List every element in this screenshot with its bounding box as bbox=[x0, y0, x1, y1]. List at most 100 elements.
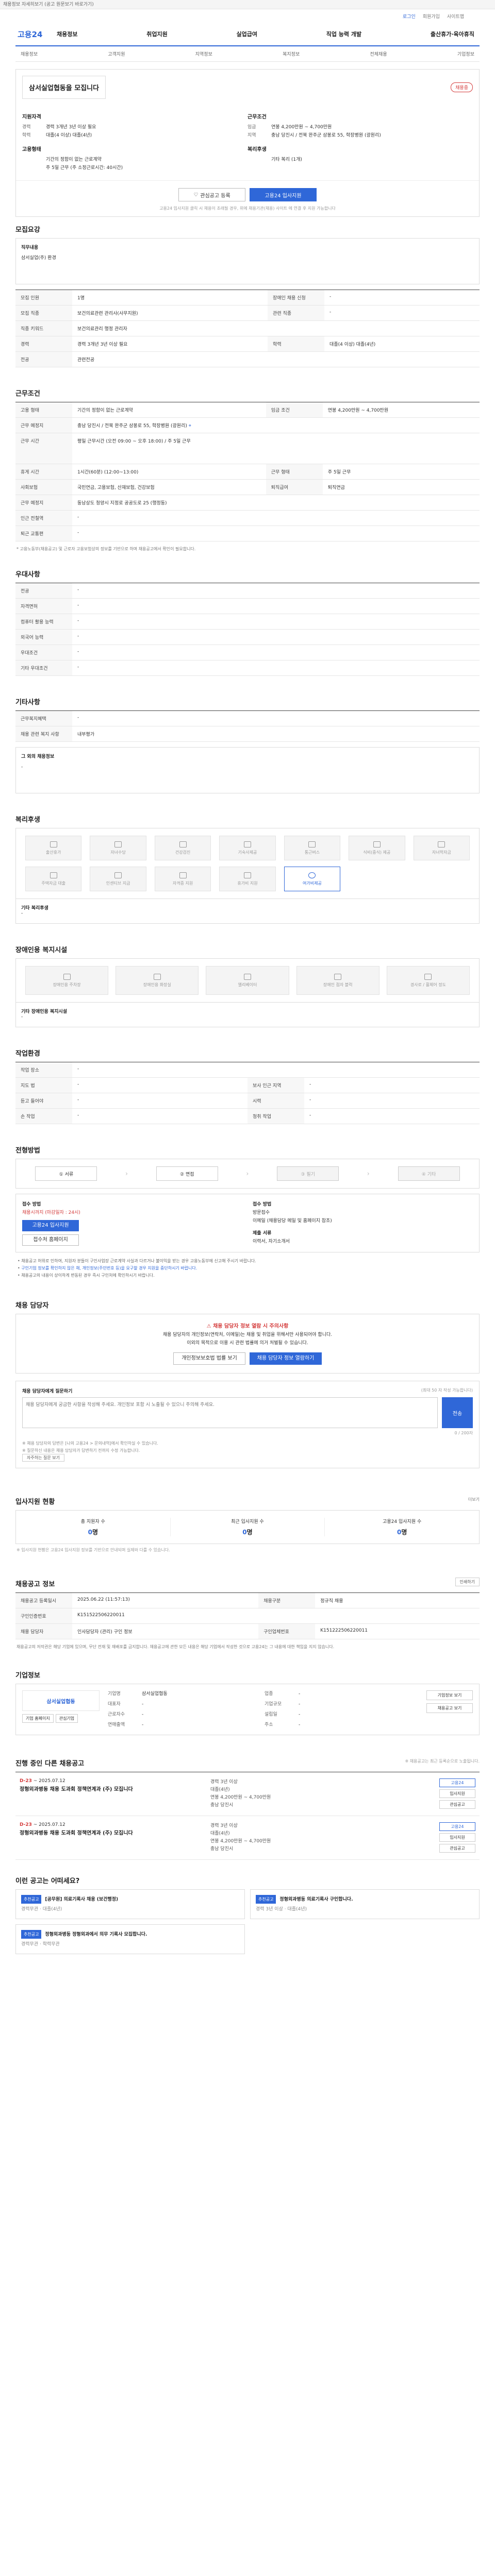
scrap-button[interactable]: ♡ 관심공고 등록 bbox=[178, 188, 245, 201]
apply-small-button[interactable]: 입사지원 bbox=[439, 1833, 475, 1842]
inquiry-textarea[interactable] bbox=[22, 1397, 438, 1428]
kv-value: 충남 당진시 / 전북 완주군 삼봉로 55, 학장병원 (광원리) bbox=[271, 133, 381, 138]
company-favorite-button[interactable]: 관심기업 bbox=[55, 1714, 78, 1723]
list-item[interactable]: D-23 ~ 2025.07.12 정형외과병동 채용 도과회 정책연계과 (주… bbox=[15, 1772, 480, 1816]
scrap-small-button[interactable]: 관심공고 bbox=[439, 1800, 475, 1809]
gnb-menu-item[interactable]: 채용정보 bbox=[57, 30, 77, 38]
arrow-right-icon: › bbox=[125, 1170, 128, 1177]
conditions-table: 고용 형태 기간의 정함이 없는 근로계약 임금 조건 연봉 4,200만원 ~ 4,… bbox=[15, 402, 480, 541]
notice-item: • 채용공고 허위로 인하여, 지원자 분들이 구인사업장 근로계약 사실과 다… bbox=[18, 1259, 256, 1263]
join-link[interactable]: 회원가입 bbox=[423, 13, 440, 20]
cell-key: 듣고 들어야 bbox=[15, 1093, 72, 1109]
cell-value: 국민연금, 고용보험, 산재보험, 건강보험 bbox=[72, 479, 266, 495]
posting-info-table: 채용공고 등록일시 2025.06.22 (11:57:13) 채용구분 정규직 채용… bbox=[15, 1592, 480, 1639]
sitemap-link[interactable]: 사이트맵 bbox=[447, 13, 464, 20]
company-postings-button[interactable]: 채용공고 보기 bbox=[426, 1703, 473, 1713]
table-row: 지도 법 - 보사 인근 지역 - bbox=[15, 1077, 480, 1093]
post-title[interactable]: 정형외과병동 채용 도과회 정책연계과 (주) 모집니다 bbox=[20, 1786, 205, 1793]
reco-item[interactable]: 추천공고 정형외과병동 정형외과에서 의무 기록사 모집합니다. 경력무관 · … bbox=[15, 1924, 245, 1954]
cell-key: 퇴근 교통편 bbox=[15, 526, 72, 541]
company-detail-button[interactable]: 기업정보 보기 bbox=[426, 1690, 473, 1700]
section-title-stats: 입사지원 현황 bbox=[15, 1498, 55, 1506]
map-icon[interactable]: ⌖ bbox=[189, 423, 191, 429]
cell-value: - bbox=[72, 510, 480, 526]
cell-key: 근무 예정지 bbox=[15, 495, 72, 511]
apply-small-button[interactable]: 입사지원 bbox=[439, 1789, 475, 1798]
notice-item: • 구인기업 정보를 확인하지 않은 채, 개인정보(주민번호 등)을 요구할 … bbox=[18, 1266, 197, 1270]
cell-key: 근무복지혜택 bbox=[15, 710, 72, 726]
subnav-item[interactable]: 채용정보 bbox=[21, 50, 38, 57]
cell-key: 우대조건 bbox=[15, 645, 72, 660]
gnb-menu-item[interactable]: 실업급여 bbox=[236, 30, 257, 38]
cell-key: 채용 관련 복지 사항 bbox=[15, 726, 72, 742]
stats-more-link[interactable]: 더보기 bbox=[468, 1497, 480, 1502]
table-row: 기타 우대조건 - bbox=[15, 660, 480, 676]
table-row: 채용 관련 복지 사항 내부평가 bbox=[15, 726, 480, 742]
inquiry-limit: (최대 50 자 작성 가능합니다) bbox=[421, 1388, 473, 1393]
reco-item[interactable]: 추천공고 [공무원] 의료기록사 채용 (보건행정) 경력무관 · 대졸(4년) bbox=[15, 1889, 245, 1919]
cell-key: 손 작업 bbox=[15, 1108, 72, 1124]
reco-title[interactable]: 정형외과병동 정형외과에서 의무 기록사 모집합니다. bbox=[45, 1932, 147, 1937]
employment-type-title: 고용형태 bbox=[22, 147, 41, 152]
cell-value: 1명 bbox=[72, 290, 268, 306]
view-manager-button[interactable]: 채용 담당자 정보 열람하기 bbox=[250, 1352, 322, 1365]
reco-item[interactable]: 추천공고 정형외과병동 의료기록사 구인합니다. 경력 3년 이상 · 대졸(4… bbox=[250, 1889, 480, 1919]
apply-button[interactable]: 고용24 입사지원 bbox=[250, 188, 317, 201]
list-item[interactable]: D-23 ~ 2025.07.12 정형외과병동 채용 도과회 정책연계과 (주… bbox=[15, 1816, 480, 1860]
apply-online-button[interactable]: 고용24 입사지원 bbox=[22, 1220, 79, 1231]
inquiry-send-button[interactable]: 전송 bbox=[442, 1397, 473, 1428]
subnav-item[interactable]: 기업정보 bbox=[457, 50, 474, 57]
company-homepage-button[interactable]: 기업 홈페이지 bbox=[22, 1714, 54, 1723]
subnav-item[interactable]: 복지정보 bbox=[283, 50, 300, 57]
privacy-law-button[interactable]: 개인정보보호법 법률 보기 bbox=[173, 1352, 245, 1365]
duty-text: 삼서실업(주) 환경 bbox=[21, 256, 56, 261]
section-title-environment: 작업환경 bbox=[15, 1050, 40, 1058]
apply-deadline-text: 채용시까지 (마감일자 : 24시) bbox=[22, 1210, 80, 1215]
welfare-item: 자격증 지원 bbox=[154, 867, 211, 891]
disabled-other-title: 기타 장애인용 복지시설 bbox=[21, 1009, 68, 1014]
kv-key: 학력 bbox=[22, 133, 31, 138]
print-button[interactable]: 인쇄하기 bbox=[455, 1578, 480, 1586]
apply-submit: 접수 방법 방문접수 이메일 (채용담당 메일 및 홈페이지 참조) 제출 서류… bbox=[253, 1200, 473, 1246]
sub-nav: 채용정보 고객지원 지역정보 복지정보 전체채용 기업정보 bbox=[15, 46, 480, 62]
homepage-button[interactable]: 접수처 홈페이지 bbox=[22, 1234, 79, 1246]
dday-badge: D-23 bbox=[20, 1778, 32, 1784]
scrap-small-button[interactable]: 관심공고 bbox=[439, 1844, 475, 1853]
copyright-note: 채용공고의 저작권은 해당 기업에 있으며, 무단 전재 및 재배포를 금지합니… bbox=[16, 1645, 335, 1649]
table-row: 휴게 시간 1시간(60분) (12:00~13:00) 근무 형태 주 5일 근무 bbox=[15, 464, 480, 480]
gnb-menu-item[interactable]: 출산휴가·육아휴직 bbox=[431, 30, 474, 38]
cell-key: 인근 전철역 bbox=[15, 510, 72, 526]
table-row: 우대조건 - bbox=[15, 645, 480, 660]
gnb-menu-item[interactable]: 직업 능력 개발 bbox=[326, 30, 361, 38]
summary-right: 근무조건 임금 연봉 4,200만원 ~ 4,700만원 지역 충남 당진시 / 전… bbox=[248, 107, 473, 172]
reco-title[interactable]: [공무원] 의료기록사 채용 (보건행정) bbox=[45, 1897, 118, 1902]
environment-table: 작업 장소 - 지도 법 - 보사 인근 지역 - 듣고 들어야 - 시력 - 손 작업 - 청취… bbox=[15, 1062, 480, 1124]
kv-key: 경력 bbox=[22, 125, 31, 130]
facility-item: 장애인 점자 블럭 bbox=[296, 966, 380, 995]
cell-value: 보건의료관리 행정 관리자 bbox=[72, 320, 480, 336]
welfare-other: 기타 복리후생 - bbox=[15, 899, 480, 924]
gnb-menu-item[interactable]: 취업지원 bbox=[146, 30, 167, 38]
cell-key: 컴퓨터 활용 능력 bbox=[15, 614, 72, 630]
subnav-item[interactable]: 지역정보 bbox=[195, 50, 212, 57]
post-title[interactable]: 정형외과병동 채용 도과회 정책연계과 (주) 모집니다 bbox=[20, 1829, 205, 1837]
faq-button[interactable]: 자주하는 질문 보기 bbox=[22, 1454, 64, 1462]
reco-title[interactable]: 정형외과병동 의료기록사 구인합니다. bbox=[279, 1897, 353, 1902]
site-logo[interactable]: 고용24 bbox=[15, 29, 57, 40]
cell-key: 경력 bbox=[15, 336, 72, 352]
cell-value: 충남 당진시 / 전북 완주군 삼봉로 55, 학장병원 (광원리) ⌖ bbox=[72, 417, 480, 433]
docs-value: 이력서, 자기소개서 bbox=[253, 1239, 290, 1244]
reco-meta: 경력 3년 이상 · 대졸(4년) bbox=[256, 1907, 307, 1912]
welfare-item: 통근버스 bbox=[284, 836, 341, 860]
welfare-summary-title: 복리후생 bbox=[248, 147, 267, 152]
subnav-item[interactable]: 전체채용 bbox=[370, 50, 387, 57]
welfare-icon bbox=[438, 841, 446, 848]
login-link[interactable]: 로그인 bbox=[403, 13, 416, 20]
table-row: 근무 예정지 충남 당진시 / 전북 완주군 삼봉로 55, 학장병원 (광원리)… bbox=[15, 417, 480, 433]
company-logo: 삼서실업협동 bbox=[22, 1690, 100, 1711]
subnav-item[interactable]: 고객지원 bbox=[108, 50, 125, 57]
cell-value: - bbox=[72, 629, 480, 645]
scrap-button-label: 관심공고 등록 bbox=[200, 193, 230, 199]
table-row: 채용 담당자 인사담당자 (관리) 구인 정보 구인업체번호 K15122250622… bbox=[15, 1623, 480, 1639]
cell-value: - bbox=[72, 710, 480, 726]
